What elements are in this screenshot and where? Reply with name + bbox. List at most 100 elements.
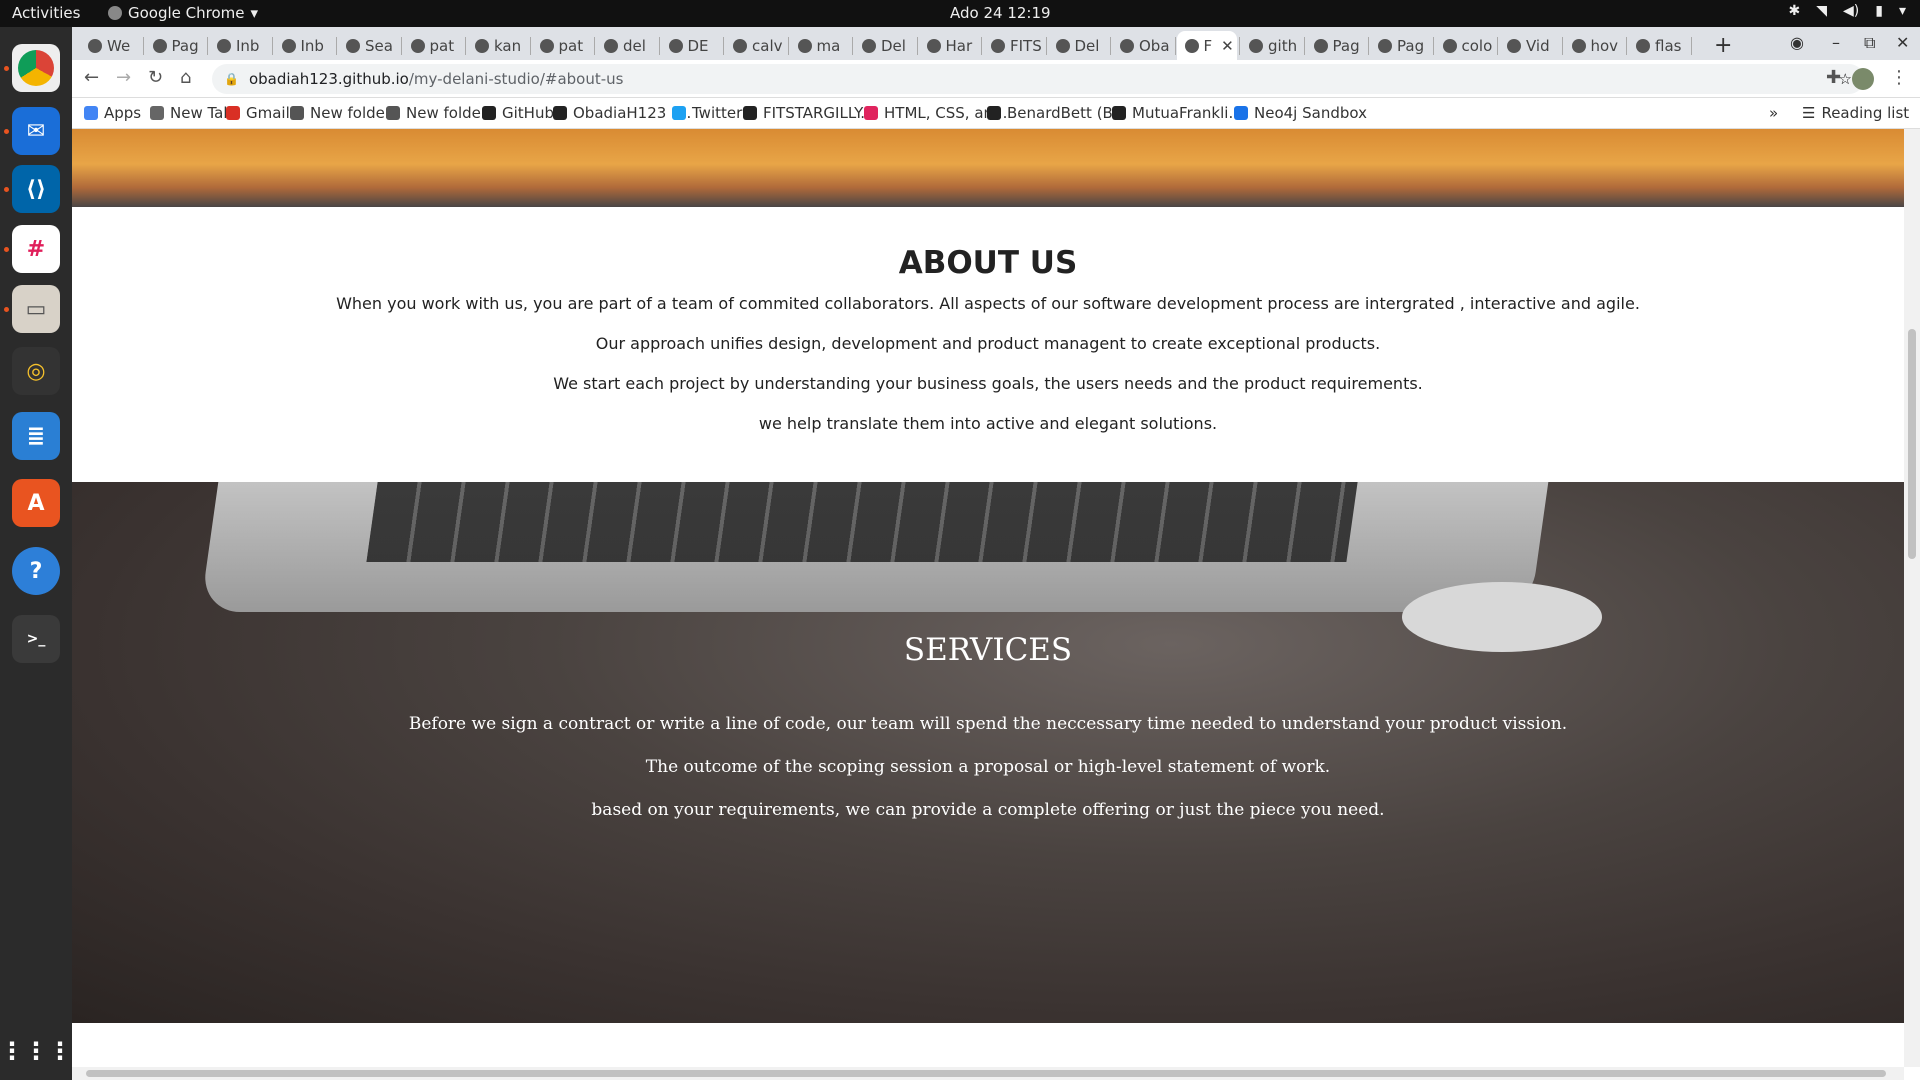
browser-tab[interactable]: del	[596, 31, 657, 60]
slack-icon[interactable]: #	[12, 225, 60, 273]
browser-tab[interactable]: Inb	[209, 31, 270, 60]
browser-window: + ◉ – ⧉ ✕ We Pag Inb Inb Sea pat kan pat del DE ca…	[72, 27, 1920, 1080]
extensions-icon[interactable]: ✚	[1826, 67, 1841, 88]
reload-icon[interactable]: ↻	[148, 67, 163, 88]
browser-tab[interactable]: FITS	[983, 31, 1044, 60]
horizontal-scroll-thumb[interactable]	[86, 1070, 1886, 1077]
services-paragraph: Before we sign a contract or write a lin…	[408, 714, 1568, 734]
bookmark-item[interactable]: New folder	[290, 104, 391, 122]
tab-separator	[1497, 37, 1498, 55]
horizontal-scrollbar[interactable]	[72, 1067, 1904, 1080]
browser-tab[interactable]: We	[80, 31, 141, 60]
browser-tab[interactable]: gith	[1241, 31, 1302, 60]
browser-tab[interactable]: Del	[1048, 31, 1109, 60]
activities-button[interactable]: Activities	[12, 4, 80, 22]
services-section: SERVICES Before we sign a contract or wr…	[72, 482, 1904, 1023]
slack-tray-icon[interactable]: ✱	[1789, 3, 1801, 19]
bookmark-item[interactable]: New folder	[386, 104, 487, 122]
avatar[interactable]	[1852, 68, 1874, 90]
forward-icon[interactable]: →	[116, 67, 131, 88]
bookmarks-overflow-icon[interactable]: »	[1769, 104, 1778, 122]
maximize-icon[interactable]: ⧉	[1864, 33, 1875, 53]
tab-title: calv	[752, 36, 783, 55]
browser-tab[interactable]: Del	[854, 31, 915, 60]
new-tab-button[interactable]: +	[1714, 33, 1732, 58]
close-tab-icon[interactable]: ✕	[1221, 37, 1234, 55]
tab-title: Sea	[365, 36, 393, 55]
gmail-icon	[226, 106, 240, 120]
tab-favicon-icon	[539, 38, 554, 53]
about-paragraph: We start each project by understanding y…	[553, 374, 1423, 393]
menu-icon[interactable]: ⋮	[1890, 67, 1908, 88]
apps-icon	[84, 106, 98, 120]
services-heading: SERVICES	[903, 632, 1073, 668]
bookmark-item[interactable]: HTML, CSS, an...	[864, 104, 1007, 122]
browser-tab[interactable]: pat	[532, 31, 593, 60]
thunderbird-icon[interactable]: ✉	[12, 107, 60, 155]
browser-tab[interactable]: colo	[1435, 31, 1496, 60]
chrome-icon[interactable]	[12, 44, 60, 92]
browser-tab[interactable]: flas	[1628, 31, 1689, 60]
address-bar[interactable]: 🔒 obadiah123.github.io/my-delani-studio/…	[212, 64, 1864, 94]
browser-tab[interactable]: Pag	[145, 31, 206, 60]
page-viewport: ABOUT US When you work with us, you are …	[72, 129, 1904, 1080]
volume-icon[interactable]: ◀)	[1843, 3, 1859, 19]
bookmark-item[interactable]: BenardBett (B...	[987, 104, 1127, 122]
bookmark-item[interactable]: FITSTARGILLY...	[743, 104, 875, 122]
reading-list-button[interactable]: ☰ Reading list	[1802, 104, 1909, 122]
help-icon[interactable]: ?	[12, 547, 60, 595]
github-icon	[482, 106, 496, 120]
app-menu[interactable]: Google Chrome ▾	[108, 4, 258, 22]
tab-favicon-icon	[152, 38, 167, 53]
tab-favicon-icon	[1120, 38, 1134, 53]
vscode-icon[interactable]: ⟨⟩	[12, 165, 60, 213]
minimize-icon[interactable]: –	[1832, 33, 1840, 52]
tab-search-icon[interactable]: ◉	[1790, 33, 1804, 52]
browser-tab[interactable]: Sea	[338, 31, 399, 60]
browser-tab[interactable]: F ✕	[1176, 31, 1237, 60]
bookmark-item[interactable]: Gmail	[226, 104, 290, 122]
browser-tab[interactable]: Vid	[1499, 31, 1560, 60]
software-center-icon[interactable]: A	[12, 479, 60, 527]
browser-tab[interactable]: calv	[725, 31, 786, 60]
bookmark-item[interactable]: MutuaFrankli...	[1112, 104, 1243, 122]
battery-icon[interactable]: ▮	[1875, 3, 1883, 19]
files-icon[interactable]: ▭	[12, 285, 60, 333]
rhythmbox-icon[interactable]: ◎	[12, 347, 60, 395]
tab-favicon-icon	[991, 38, 1005, 53]
browser-tab[interactable]: DE	[661, 31, 722, 60]
vertical-scroll-thumb[interactable]	[1908, 329, 1916, 559]
tab-title: We	[107, 36, 131, 55]
vertical-scrollbar[interactable]	[1904, 129, 1920, 1067]
browser-tab[interactable]: pat	[403, 31, 464, 60]
lock-icon[interactable]: 🔒	[224, 72, 239, 86]
home-icon[interactable]: ⌂	[180, 67, 191, 88]
chevron-down-icon[interactable]: ▾	[1899, 3, 1906, 19]
bookmark-item[interactable]: GitHub	[482, 104, 554, 122]
bookmark-item[interactable]: Apps	[84, 104, 141, 122]
system-tray[interactable]: ✱ ◥ ◀) ▮ ▾	[1789, 3, 1907, 19]
libreoffice-writer-icon[interactable]: ≣	[12, 412, 60, 460]
tab-title: Pag	[1332, 36, 1360, 55]
browser-tab[interactable]: ma	[790, 31, 851, 60]
terminal-icon[interactable]: >_	[12, 615, 60, 663]
clock[interactable]: Ado 24 12:19	[950, 4, 1051, 22]
browser-tab[interactable]: Oba	[1112, 31, 1173, 60]
close-window-icon[interactable]: ✕	[1896, 33, 1909, 52]
browser-tab[interactable]: kan	[467, 31, 528, 60]
bookmark-item[interactable]: New Tab	[150, 104, 233, 122]
browser-tab[interactable]: Har	[919, 31, 980, 60]
wifi-icon[interactable]: ◥	[1816, 3, 1827, 19]
browser-tab[interactable]: Inb	[274, 31, 335, 60]
tab-favicon-icon	[1249, 38, 1263, 53]
back-icon[interactable]: ←	[84, 67, 99, 88]
show-applications-icon[interactable]: ⋮⋮⋮	[0, 1027, 72, 1075]
browser-tab[interactable]: Pag	[1370, 31, 1431, 60]
browser-tab[interactable]: hov	[1564, 31, 1625, 60]
bookmark-item[interactable]: Neo4j Sandbox	[1234, 104, 1367, 122]
github-icon	[553, 106, 567, 120]
browser-tab[interactable]: Pag	[1306, 31, 1367, 60]
keyboard-background-image	[366, 482, 1358, 562]
bookmark-item[interactable]: ObadiaH123 (...	[553, 104, 691, 122]
bookmark-item[interactable]: Twitter	[672, 104, 742, 122]
